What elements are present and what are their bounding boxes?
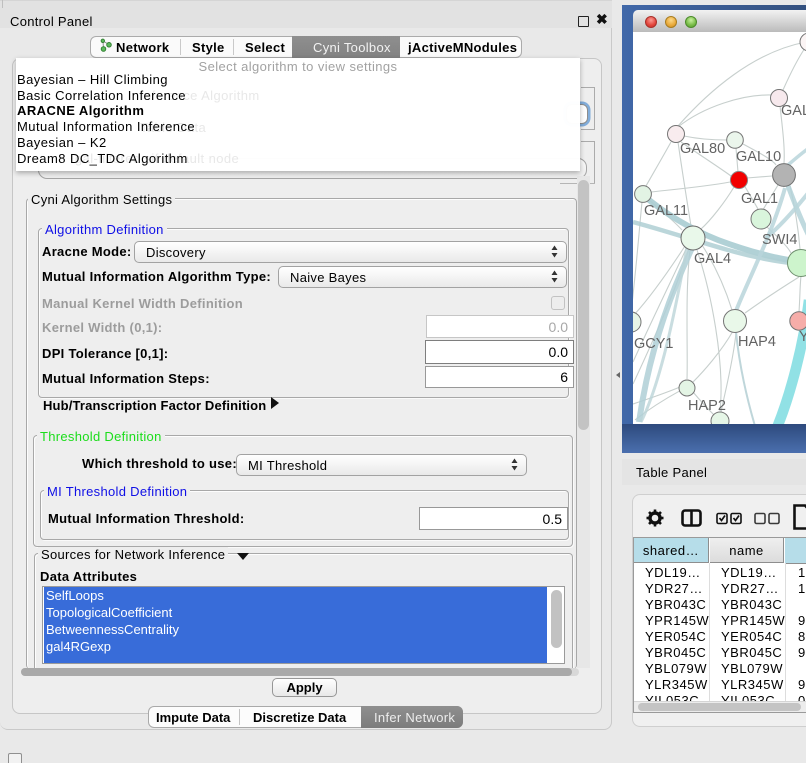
svg-text:HAP2: HAP2 [688,398,726,414]
svg-text:GAL80: GAL80 [680,141,725,157]
svg-text:GAL10: GAL10 [736,149,781,165]
svg-text:SWI4: SWI4 [762,232,797,248]
svg-text:GAL4: GAL4 [694,251,731,267]
svg-text:HAP4: HAP4 [738,334,776,350]
svg-text:GAL1: GAL1 [741,191,778,207]
svg-text:GCY1: GCY1 [634,336,674,352]
svg-text:GAL11: GAL11 [644,203,688,219]
svg-text:Y: Y [799,329,806,345]
svg-text:GAL: GAL [781,103,806,119]
